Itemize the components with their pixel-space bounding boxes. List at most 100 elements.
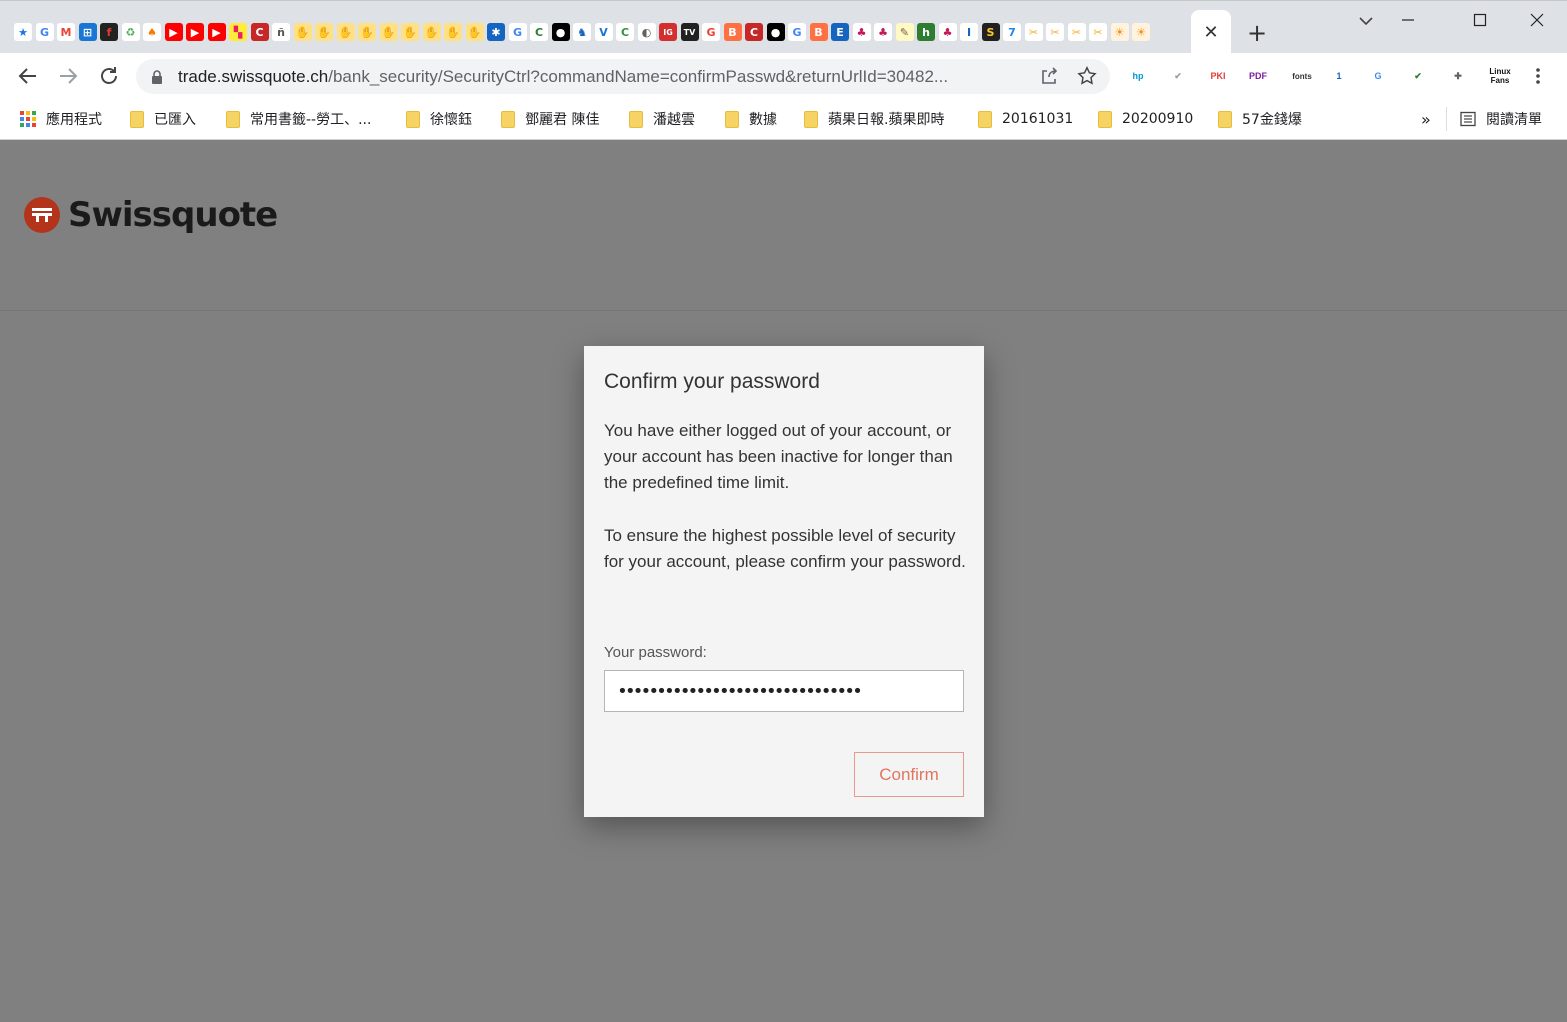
bookmark-folder[interactable]: 潘越雲 xyxy=(629,108,695,130)
hand-icon[interactable]: ✋ xyxy=(422,23,441,41)
youtube-icon[interactable]: ▶ xyxy=(186,23,204,41)
scissors-icon[interactable]: ✂ xyxy=(1024,23,1043,41)
colorful-blocks-icon[interactable]: ▚ xyxy=(229,23,247,41)
windows-grid-icon[interactable]: ⊞ xyxy=(78,23,97,41)
cd-icon[interactable]: C xyxy=(745,23,763,41)
bookmark-folder[interactable]: 徐懷鈺 xyxy=(406,108,472,130)
bookmark-folder[interactable]: 常用書籤--勞工、... xyxy=(226,108,371,130)
google-translate-icon[interactable]: G xyxy=(1367,65,1389,87)
bookmark-folder[interactable]: 20200910 xyxy=(1098,108,1193,130)
new-tab-button[interactable]: + xyxy=(1244,19,1270,47)
sun-badge-icon[interactable]: ☀ xyxy=(1110,23,1129,41)
smart-pki-icon[interactable]: PKI xyxy=(1207,65,1229,87)
sun-badge-icon[interactable]: ☀ xyxy=(1132,23,1150,41)
v-icon[interactable]: V xyxy=(594,23,613,41)
bookmark-star-icon[interactable] xyxy=(1076,65,1098,87)
close-tab-icon[interactable]: ✕ xyxy=(1191,10,1231,55)
hp-icon[interactable]: hp xyxy=(1127,65,1149,87)
pencil-note-icon[interactable]: ✎ xyxy=(895,23,914,41)
pdf-icon[interactable]: PDF xyxy=(1247,65,1269,87)
hand-icon[interactable]: ✋ xyxy=(465,23,484,41)
seven-icon[interactable]: 7 xyxy=(1003,23,1021,41)
hand-icon[interactable]: ✋ xyxy=(293,23,312,41)
tab-strip: ★ G M ⊞ f ♻ ♠ ▶ ▶ ▶ ▚ Cñ ✋ ✋ ✋ ✋ ✋ ✋ ✋ ✋ ✋ ✱ G C ● ♞ V C ◐ IG TV G B C ● G B… xyxy=(0,0,1567,55)
raspberry-icon[interactable]: ♣ xyxy=(938,23,957,41)
news-icon[interactable]: ñ xyxy=(272,23,290,41)
bookmark-folder[interactable]: 57金錢爆 xyxy=(1218,108,1302,130)
google-translate-icon[interactable]: G xyxy=(35,23,54,41)
h-icon[interactable]: h xyxy=(917,23,935,41)
bookmark-folder-label: 蘋果日報.蘋果即時 xyxy=(828,112,945,128)
swissquote-logo[interactable]: Swissquote xyxy=(24,195,278,235)
reading-list-button[interactable]: 閱讀清單 xyxy=(1460,108,1542,130)
cd-icon[interactable]: C xyxy=(250,23,269,41)
checkmark-icon[interactable]: ✔ xyxy=(1167,65,1189,87)
chrome-menu-icon[interactable] xyxy=(1527,65,1549,87)
raspberry-icon[interactable]: ♣ xyxy=(874,23,892,41)
edge-e-icon[interactable]: E xyxy=(831,23,849,41)
chrome-c-icon[interactable]: C xyxy=(616,23,634,41)
gmail-icon[interactable]: M xyxy=(57,23,75,41)
linux-fans-icon[interactable]: Linux Fans xyxy=(1485,65,1515,87)
raspberry-icon[interactable]: ♣ xyxy=(852,23,871,41)
shield-check-icon[interactable]: ✔ xyxy=(1407,65,1429,87)
one-badge-icon[interactable]: 1 xyxy=(1328,65,1350,87)
active-tab[interactable]: ✕ xyxy=(1191,10,1231,55)
google-icon[interactable]: G xyxy=(788,23,806,41)
swissquote-logo-mark-icon xyxy=(24,197,60,233)
bookmark-apps[interactable]: 應用程式 xyxy=(20,108,102,130)
youtube-icon[interactable]: ▶ xyxy=(207,23,226,41)
blogger-icon[interactable]: B xyxy=(809,23,828,41)
hand-icon[interactable]: ✋ xyxy=(336,23,355,41)
s-coin-icon[interactable]: S xyxy=(981,23,1000,41)
bookmark-folder[interactable]: 已匯入 xyxy=(130,108,196,130)
star-badge-icon[interactable]: ✱ xyxy=(487,23,505,41)
shop-bag-icon[interactable]: ♻ xyxy=(121,23,140,41)
flipboard-icon[interactable]: f xyxy=(100,23,118,41)
dragon-icon[interactable]: ♞ xyxy=(573,23,591,41)
bookmark-star-icon[interactable]: ★ xyxy=(14,23,32,41)
chrome-c-icon[interactable]: C xyxy=(530,23,548,41)
tv-icon[interactable]: TV xyxy=(680,23,699,41)
folder-icon xyxy=(406,110,420,128)
folder-icon xyxy=(1098,110,1112,128)
hand-icon[interactable]: ✋ xyxy=(315,23,333,41)
bookmark-folder[interactable]: 20161031 xyxy=(978,108,1073,130)
password-input[interactable] xyxy=(604,670,964,712)
more-bookmarks-chevron-icon[interactable]: » xyxy=(1421,108,1431,130)
address-bar[interactable]: trade.swissquote.ch/bank_security/Securi… xyxy=(136,59,1110,94)
close-window-icon[interactable] xyxy=(1522,6,1552,34)
globe-icon[interactable]: ◐ xyxy=(637,23,656,41)
medium-icon[interactable]: ● xyxy=(551,23,570,41)
reload-icon[interactable] xyxy=(95,62,123,90)
scissors-icon[interactable]: ✂ xyxy=(1089,23,1107,41)
scissors-icon[interactable]: ✂ xyxy=(1067,23,1086,41)
flame-icon[interactable]: ♠ xyxy=(143,23,161,41)
bookmark-folder[interactable]: 蘋果日報.蘋果即時 xyxy=(804,108,944,130)
minimize-window-icon[interactable] xyxy=(1393,6,1423,34)
google-icon[interactable]: G xyxy=(702,23,720,41)
share-icon[interactable] xyxy=(1039,67,1059,87)
bookmark-folder-label: 常用書籤--勞工、... xyxy=(250,112,372,128)
fonts-icon[interactable]: fonts xyxy=(1287,65,1317,87)
forward-arrow-icon[interactable] xyxy=(54,62,82,90)
hand-icon[interactable]: ✋ xyxy=(401,23,419,41)
ig-icon[interactable]: IG xyxy=(659,23,677,41)
hand-icon[interactable]: ✋ xyxy=(358,23,376,41)
back-arrow-icon[interactable] xyxy=(14,62,42,90)
google-icon[interactable]: G xyxy=(508,23,527,41)
blogger-icon[interactable]: B xyxy=(723,23,742,41)
maximize-window-icon[interactable] xyxy=(1465,6,1495,34)
url-text[interactable]: trade.swissquote.ch/bank_security/Securi… xyxy=(178,67,1028,87)
i-bar-icon[interactable]: I xyxy=(960,23,978,41)
tab-search-chevron-icon[interactable] xyxy=(1354,9,1378,33)
medium-icon[interactable]: ● xyxy=(766,23,785,41)
hand-icon[interactable]: ✋ xyxy=(444,23,462,41)
puzzle-extensions-icon[interactable]: ✚ xyxy=(1447,65,1469,87)
bookmark-folder[interactable]: 鄧麗君 陳佳 xyxy=(501,108,599,130)
bookmark-folder[interactable]: 數據 xyxy=(725,108,777,130)
youtube-icon[interactable]: ▶ xyxy=(164,23,183,41)
scissors-icon[interactable]: ✂ xyxy=(1046,23,1064,41)
confirm-button[interactable]: Confirm xyxy=(854,752,964,797)
hand-icon[interactable]: ✋ xyxy=(379,23,398,41)
